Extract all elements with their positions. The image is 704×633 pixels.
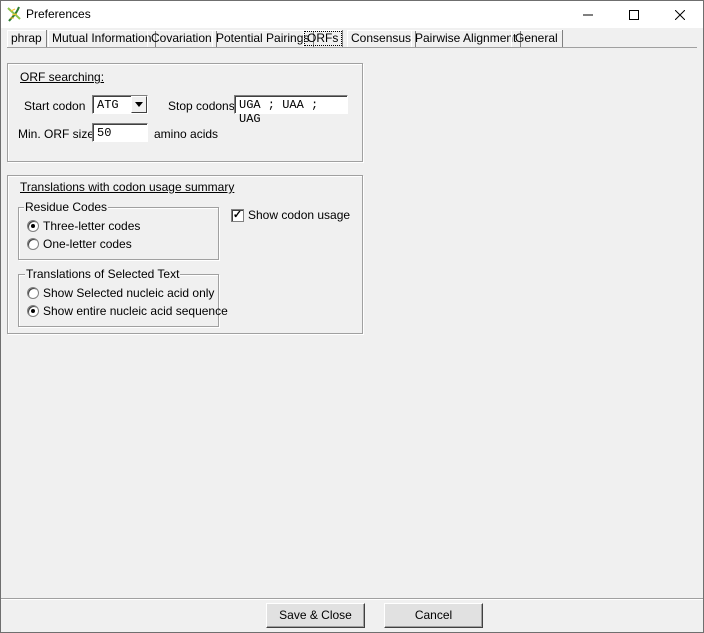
tab-mutual-information[interactable]: Mutual Information — [48, 30, 157, 47]
stop-codons-label: Stop codons — [168, 99, 235, 113]
show-entire-sequence-radio[interactable] — [27, 305, 39, 317]
three-letter-codes-radio[interactable] — [27, 220, 39, 232]
tab-general[interactable]: General — [511, 30, 563, 47]
close-button[interactable] — [657, 1, 703, 28]
tab-strip-divider — [7, 47, 697, 48]
dna-helix-icon — [7, 6, 21, 22]
minimize-icon — [583, 14, 593, 15]
orf-searching-panel: ORF searching: Start codon ATG Stop codo… — [7, 63, 363, 162]
three-letter-codes-label[interactable]: Three-letter codes — [43, 219, 140, 233]
tab-pairwise-alignment[interactable]: Pairwise Alignment — [411, 30, 522, 47]
min-orf-size-field[interactable]: 50 — [92, 123, 148, 142]
tab-orfs[interactable]: ORFs — [303, 30, 344, 47]
show-entire-sequence-label[interactable]: Show entire nucleic acid sequence — [43, 304, 228, 318]
window-title: Preferences — [26, 7, 91, 21]
orf-searching-heading: ORF searching: — [20, 70, 105, 84]
translations-heading: Translations with codon usage summary — [20, 180, 235, 194]
show-selected-only-radio[interactable] — [27, 287, 39, 299]
selected-text-group: Translations of Selected Text Show Selec… — [18, 267, 228, 327]
maximize-button[interactable] — [611, 1, 657, 28]
preferences-window: Preferences phrap Mutual Information Cov… — [0, 0, 704, 633]
show-selected-only-label[interactable]: Show Selected nucleic acid only — [43, 286, 214, 300]
show-codon-usage-checkbox[interactable]: ✓ — [231, 209, 244, 222]
minimize-button[interactable] — [565, 1, 611, 28]
residue-codes-title: Residue Codes — [24, 200, 109, 214]
title-bar: Preferences — [1, 1, 703, 28]
stop-codons-field[interactable]: UGA ; UAA ; UAG — [234, 95, 348, 126]
min-orf-size-label: Min. ORF size — [18, 127, 95, 141]
tab-covariation[interactable]: Covariation — [147, 30, 217, 47]
footer-separator — [1, 598, 703, 599]
tab-consensus[interactable]: Consensus — [347, 30, 417, 47]
cancel-button[interactable]: Cancel — [384, 603, 483, 628]
translations-panel: Translations with codon usage summary Re… — [7, 175, 363, 334]
tab-phrap[interactable]: phrap — [7, 30, 47, 47]
start-codon-label: Start codon — [24, 99, 86, 113]
start-codon-dropdown-button[interactable] — [131, 96, 147, 113]
maximize-icon — [629, 9, 639, 20]
save-close-button[interactable]: Save & Close — [266, 603, 365, 628]
close-icon — [675, 9, 685, 20]
show-codon-usage-label[interactable]: Show codon usage — [248, 208, 350, 222]
start-codon-select[interactable]: ATG — [92, 95, 148, 114]
residue-codes-group: Residue Codes Three-letter codes One-let… — [18, 200, 219, 260]
triangle-down-icon — [135, 102, 143, 107]
one-letter-codes-radio[interactable] — [27, 238, 39, 250]
amino-acids-unit-label: amino acids — [154, 127, 219, 141]
selected-text-title: Translations of Selected Text — [25, 267, 181, 281]
start-codon-value: ATG — [97, 98, 119, 112]
tab-potential-pairings[interactable]: Potential Pairings — [212, 30, 315, 47]
one-letter-codes-label[interactable]: One-letter codes — [43, 237, 132, 251]
